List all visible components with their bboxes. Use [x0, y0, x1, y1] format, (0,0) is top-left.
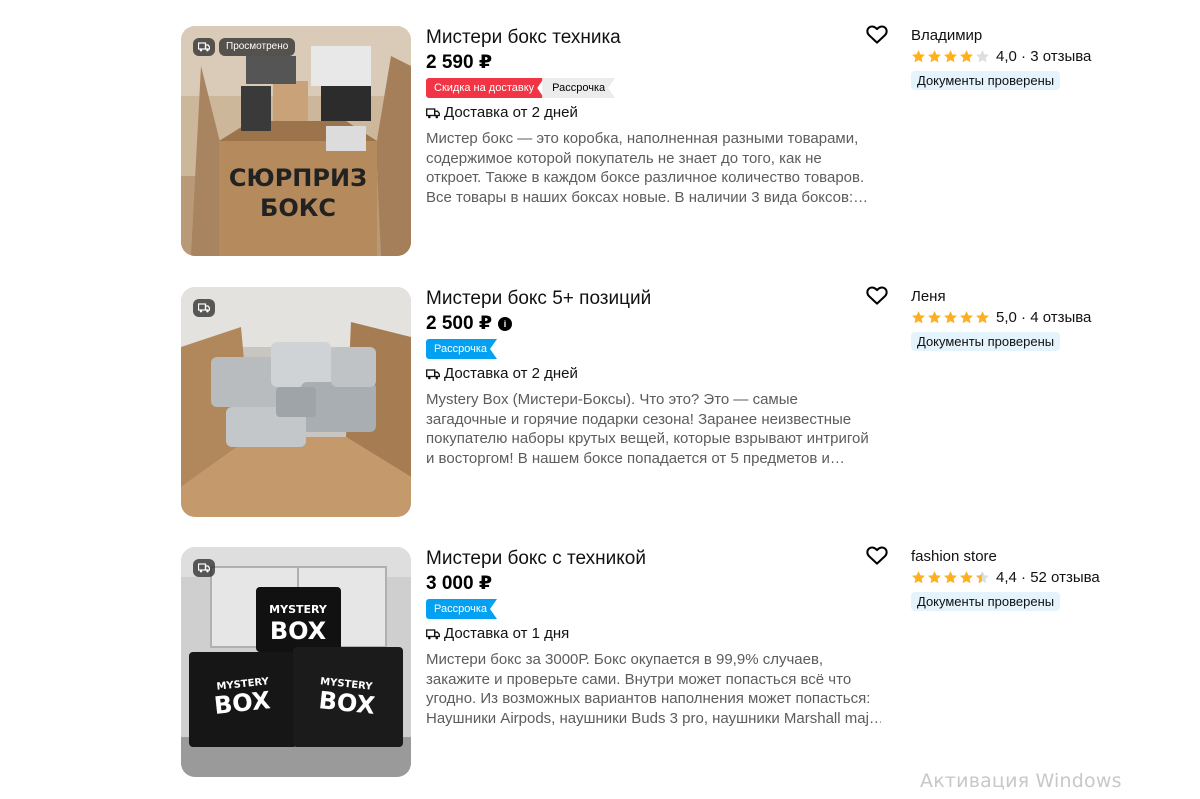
listing-title[interactable]: Мистери бокс с техникой: [426, 547, 886, 571]
delivery-badge-icon: [193, 299, 215, 317]
star-icon: [928, 570, 941, 583]
rating-value: 4,0: [996, 47, 1017, 65]
seller-name[interactable]: Владимир: [911, 26, 1171, 46]
favorite-heart-icon[interactable]: [866, 24, 888, 44]
tag-delivery-discount: Скидка на доставку: [426, 78, 544, 98]
star-icon: [928, 310, 941, 323]
star-icon: [912, 49, 925, 62]
viewed-badge: Просмотрено: [219, 38, 296, 56]
favorite-heart-icon[interactable]: [866, 285, 888, 305]
listing-price: 2 500 ₽: [426, 313, 493, 334]
rating-stars: [911, 310, 990, 325]
star-icon: [976, 310, 989, 323]
star-icon: [944, 570, 957, 583]
svg-text:BOX: BOX: [317, 686, 376, 720]
listing-card[interactable]: СЮРПРИЗ БОКС Просмотрено Мистери бокс те…: [0, 24, 1200, 266]
star-icon: [960, 570, 973, 583]
reviews-count[interactable]: 4 отзыва: [1030, 309, 1091, 326]
delivery-text: Доставка от 1 дня: [444, 625, 570, 642]
listing-photo[interactable]: MYSTERY BOX MYSTERY BOX MYSTERY BOX: [181, 547, 411, 777]
rating-value: 5,0: [996, 308, 1017, 326]
star-icon: [976, 49, 989, 62]
delivery-truck-icon: [426, 629, 440, 640]
star-icon: [960, 310, 973, 323]
verified-badge: Документы проверены: [911, 71, 1061, 90]
delivery-text: Доставка от 2 дней: [444, 365, 578, 382]
star-icon: [944, 310, 957, 323]
photo-box-text-1: СЮРПРИЗ: [229, 164, 367, 192]
listing-title[interactable]: Мистери бокс 5+ позиций: [426, 287, 886, 311]
reviews-count[interactable]: 52 отзыва: [1030, 569, 1100, 586]
photo-box-text-2: БОКС: [260, 194, 336, 222]
listing-card[interactable]: MYSTERY BOX MYSTERY BOX MYSTERY BOX Мист…: [0, 545, 1200, 787]
listing-description: Мистери бокс за 3000Р. Бокс окупается в …: [426, 651, 881, 727]
star-icon: [976, 570, 989, 583]
star-icon: [912, 570, 925, 583]
svg-text:BOX: BOX: [213, 686, 272, 720]
listing-price: 2 590 ₽: [426, 52, 493, 73]
listing-price: 3 000 ₽: [426, 573, 493, 594]
windows-activation-watermark: Активация Windows: [920, 770, 1122, 792]
reviews-count[interactable]: 3 отзыва: [1030, 48, 1091, 65]
photo-box-text-2: BOX: [270, 617, 327, 645]
rating-stars: [911, 49, 990, 64]
rating-value: 4,4: [996, 568, 1017, 586]
photo-surprise-box: СЮРПРИЗ БОКС: [181, 26, 411, 256]
tag-installment: Рассрочка: [542, 78, 615, 98]
delivery-text: Доставка от 2 дней: [444, 104, 578, 121]
star-icon: [928, 49, 941, 62]
tag-installment: Рассрочка: [426, 339, 497, 359]
delivery-badge-icon: [193, 559, 215, 577]
rating-stars: [911, 570, 990, 585]
seller-name[interactable]: fashion store: [911, 547, 1171, 567]
photo-mystery-boxes: MYSTERY BOX MYSTERY BOX MYSTERY BOX: [181, 547, 411, 777]
verified-badge: Документы проверены: [911, 592, 1061, 611]
listing-card[interactable]: Мистери бокс 5+ позиций 2 500 ₽ i Рассро…: [0, 285, 1200, 527]
favorite-heart-icon[interactable]: [866, 545, 888, 565]
star-icon: [960, 49, 973, 62]
verified-badge: Документы проверены: [911, 332, 1061, 351]
listing-title[interactable]: Мистери бокс техника: [426, 26, 886, 50]
info-circle-icon[interactable]: i: [498, 317, 513, 331]
listing-photo[interactable]: СЮРПРИЗ БОКС Просмотрено: [181, 26, 411, 256]
listing-description: Mystery Box (Мистери-Боксы). Что это? Эт…: [426, 391, 869, 467]
delivery-badge-icon: [193, 38, 215, 56]
star-icon: [912, 310, 925, 323]
tag-installment: Рассрочка: [426, 599, 497, 619]
photo-parcels-box: [181, 287, 411, 517]
star-icon: [944, 49, 957, 62]
listing-photo[interactable]: [181, 287, 411, 517]
photo-box-text-1: MYSTERY: [269, 603, 328, 616]
listing-description: Мистер бокс — это коробка, наполненная р…: [426, 130, 869, 206]
seller-name[interactable]: Леня: [911, 287, 1171, 307]
delivery-truck-icon: [426, 108, 440, 119]
delivery-truck-icon: [426, 369, 440, 380]
